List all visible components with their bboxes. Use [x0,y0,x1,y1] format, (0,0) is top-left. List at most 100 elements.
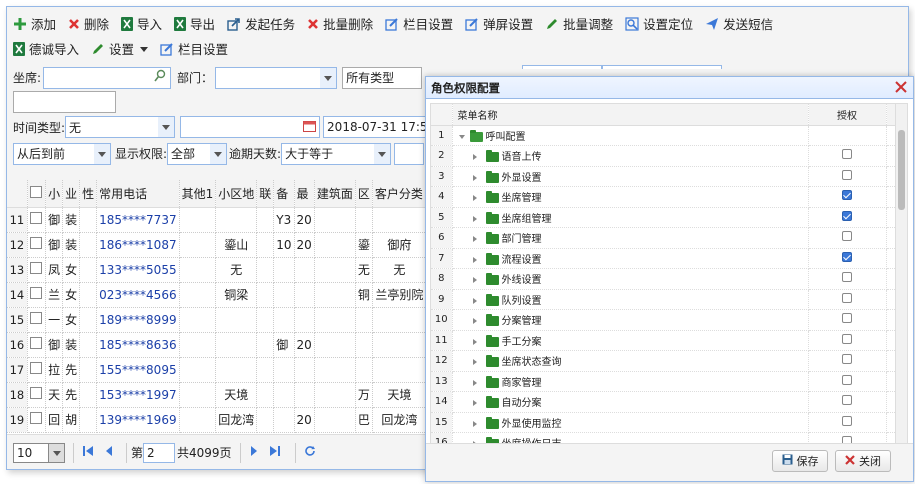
toolbar-button[interactable]: 批量调整 [545,14,613,33]
menu-name-cell[interactable]: 坐席状态查询 [452,350,809,372]
auth-checkbox[interactable] [842,251,852,262]
tree-row[interactable]: 14 自动分案 [431,391,907,413]
overdue-days-input[interactable] [394,142,425,165]
auth-checkbox[interactable] [842,190,852,201]
auth-checkbox[interactable] [842,313,852,324]
auth-cell[interactable] [808,330,887,351]
checkbox[interactable] [30,412,43,424]
filter-input-extra-2[interactable] [602,65,723,69]
perm-select[interactable]: 全部 [167,142,228,165]
first-page-icon[interactable] [82,445,94,460]
auth-checkbox[interactable] [842,333,852,344]
checkbox[interactable] [30,262,43,274]
tree-row[interactable]: 7 流程设置 [431,248,907,269]
tree-row[interactable]: 10 分案管理 [431,309,907,331]
row-checkbox-cell[interactable] [27,382,47,408]
auth-cell[interactable] [808,412,887,433]
menu-name-cell[interactable]: 队列设置 [452,289,809,310]
menu-name-cell[interactable]: 外显设置 [452,166,809,187]
toolbar-button[interactable]: 添加 [13,14,56,33]
column-header[interactable]: 小 [45,180,64,208]
chevron-right-icon[interactable] [472,236,480,243]
next-page-icon[interactable] [249,445,259,460]
row-checkbox-cell[interactable] [27,282,47,308]
table-row[interactable]: 11 御装 185****7737 Y3 20 [7,207,428,233]
menu-name-cell[interactable]: 呼叫配置 [452,125,809,146]
calendar-icon[interactable] [303,120,317,135]
toolbar-button[interactable]: 发起任务 [227,14,295,33]
toolbar-button[interactable]: 发送短信 [705,14,773,33]
auth-checkbox[interactable] [842,374,852,385]
auth-checkbox[interactable] [842,272,852,283]
row-checkbox-cell[interactable] [27,232,47,258]
chevron-right-icon[interactable] [472,174,480,181]
toolbar-button[interactable]: 弹屏设置 [465,14,533,33]
column-header[interactable]: 业 [62,180,81,208]
menu-name-cell[interactable]: 分案管理 [452,309,809,331]
checkbox[interactable] [30,185,43,198]
chevron-down-icon[interactable] [320,67,337,88]
tree-row[interactable]: 5 坐席组管理 [431,207,907,228]
table-row[interactable]: 13 凤女 133****5055 无无无 [7,257,428,283]
auth-checkbox[interactable] [842,292,852,303]
row-checkbox-cell[interactable] [27,407,47,433]
tree-row[interactable]: 11 手工分案 [431,330,907,351]
chevron-right-icon[interactable] [472,420,480,427]
toolbar-button[interactable]: 导出 [174,14,215,33]
chevron-right-icon[interactable] [472,256,480,263]
scrollbar[interactable] [895,104,907,443]
page-number-input[interactable]: 2 [143,442,176,463]
table-row[interactable]: 18 天先 153****1997 天境万天境 [7,382,428,408]
refresh-icon[interactable] [304,445,316,460]
checkbox[interactable] [30,312,43,324]
menu-name-cell[interactable]: 外显使用监控 [452,412,809,433]
dept-select[interactable] [215,66,338,89]
menu-name-cell[interactable]: 商家管理 [452,371,809,392]
menu-name-cell[interactable]: 自动分案 [452,391,809,413]
toolbar-button[interactable]: 栏目设置 [160,39,228,58]
auth-checkbox[interactable] [842,210,852,221]
auth-cell[interactable] [808,145,887,167]
tree-row[interactable]: 2 语音上传 [431,145,907,167]
chevron-down-icon[interactable] [48,443,64,462]
toolbar-button[interactable]: 设置 [91,39,149,58]
toolbar-button[interactable]: 导入 [121,14,162,33]
time-type-select[interactable]: 无 [65,116,176,138]
column-header[interactable]: 建筑面 [314,180,356,208]
menu-name-cell[interactable]: 手工分案 [452,330,809,351]
auth-cell[interactable] [808,227,887,249]
menu-name-cell[interactable]: 部门管理 [452,227,809,249]
type-select[interactable]: 所有类型 [342,66,423,89]
toolbar-button[interactable]: 栏目设置 [385,14,453,33]
checkbox[interactable] [30,212,43,224]
chevron-down-icon[interactable] [374,143,391,164]
user-search-icon[interactable] [153,69,167,86]
end-date-input[interactable]: 2018-07-31 17:54 [323,116,434,138]
checkbox[interactable] [30,387,43,399]
overdue-select[interactable]: 大于等于 [281,142,392,165]
menu-name-cell[interactable]: 坐席管理 [452,186,809,208]
table-row[interactable]: 19 回胡 139****1969 回龙湾 20 巴回龙湾 [7,407,428,433]
select-all-checkbox[interactable] [27,180,47,208]
auth-cell[interactable] [808,248,887,269]
tree-row[interactable]: 4 坐席管理 [431,186,907,208]
close-icon[interactable] [893,79,909,95]
scrollbar-thumb[interactable] [898,130,905,210]
column-header[interactable]: 区 [355,180,373,208]
tree-row[interactable]: 1 呼叫配置 [431,125,907,146]
last-page-icon[interactable] [269,445,281,460]
column-header[interactable]: 性 [79,180,98,208]
filter-input-extra[interactable] [522,65,603,69]
menu-name-cell[interactable]: 语音上传 [452,145,809,167]
table-row[interactable]: 15 一女 189****8999 [7,307,428,333]
table-row[interactable]: 16 御装 185****8636 御 20 [7,332,428,358]
seat-input[interactable] [43,66,172,89]
chevron-down-icon[interactable] [94,143,110,164]
start-date-input[interactable] [180,116,321,138]
auth-cell[interactable] [808,207,887,228]
table-row[interactable]: 12 御装 186****1087 鎏山 10 20 鎏御府 [7,232,428,258]
checkbox[interactable] [30,287,43,299]
menu-name-cell[interactable]: 外线设置 [452,268,809,290]
tree-row[interactable]: 8 外线设置 [431,268,907,290]
chevron-down-icon[interactable] [458,134,465,142]
